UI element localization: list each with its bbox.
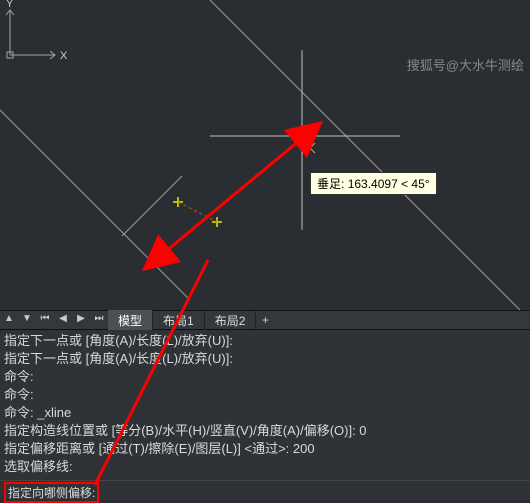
watermark-text: 搜狐号@大水牛测绘 [407,55,524,74]
tab-add[interactable]: + [256,313,274,327]
tab-nav-prev[interactable]: ◀ [55,312,71,328]
cmd-line: 指定下一点或 [角度(A)/长度(L)/放弃(U)]: [4,350,526,368]
cmd-line: 命令: _xline [4,404,526,422]
tab-nav-up[interactable]: ▲ [1,312,17,328]
drawing-canvas[interactable]: 垂足: 163.4097 < 45° 搜狐号@大水牛测绘 X Y [0,0,530,310]
snap-tooltip: 垂足: 163.4097 < 45° [310,172,437,195]
pick-marker [305,143,315,153]
cmd-line: 指定构造线位置或 [等分(B)/水平(H)/竖直(V)/角度(A)/偏移(O)]… [4,422,526,440]
cmd-line: 指定偏移距离或 [通过(T)/擦除(E)/图层(L)] <通过>: 200 [4,440,526,458]
tab-model[interactable]: 模型 [108,310,153,331]
xline-2 [0,110,190,300]
tab-nav-last[interactable]: ⏭ [91,312,107,328]
tooltip-label: 垂足 [317,177,341,191]
layout-tabstrip: ▲ ▼ ⏮ ◀ ▶ ⏭ 模型 布局1 布局2 + [0,310,530,330]
cmd-line: 命令: [4,368,526,386]
tab-nav-down[interactable]: ▼ [19,312,35,328]
tab-nav-next[interactable]: ▶ [73,312,89,328]
cmd-line: 指定下一点或 [角度(A)/长度(L)/放弃(U)]: [4,332,526,350]
rubber-band [178,202,217,222]
cmd-line: 选取偏移线: [4,458,526,476]
tab-layout2[interactable]: 布局2 [205,310,257,331]
canvas-geometry [0,0,530,310]
command-history[interactable]: 指定下一点或 [角度(A)/长度(L)/放弃(U)]: 指定下一点或 [角度(A… [0,330,530,480]
short-line [122,176,182,236]
xline-1 [210,0,530,310]
tab-layout1[interactable]: 布局1 [153,310,205,331]
cmd-line: 命令: [4,386,526,404]
tooltip-value: 163.4097 < 45° [348,177,430,191]
tab-nav-first[interactable]: ⏮ [37,312,53,328]
command-input-line[interactable]: 指定向哪侧偏移: [0,480,530,500]
